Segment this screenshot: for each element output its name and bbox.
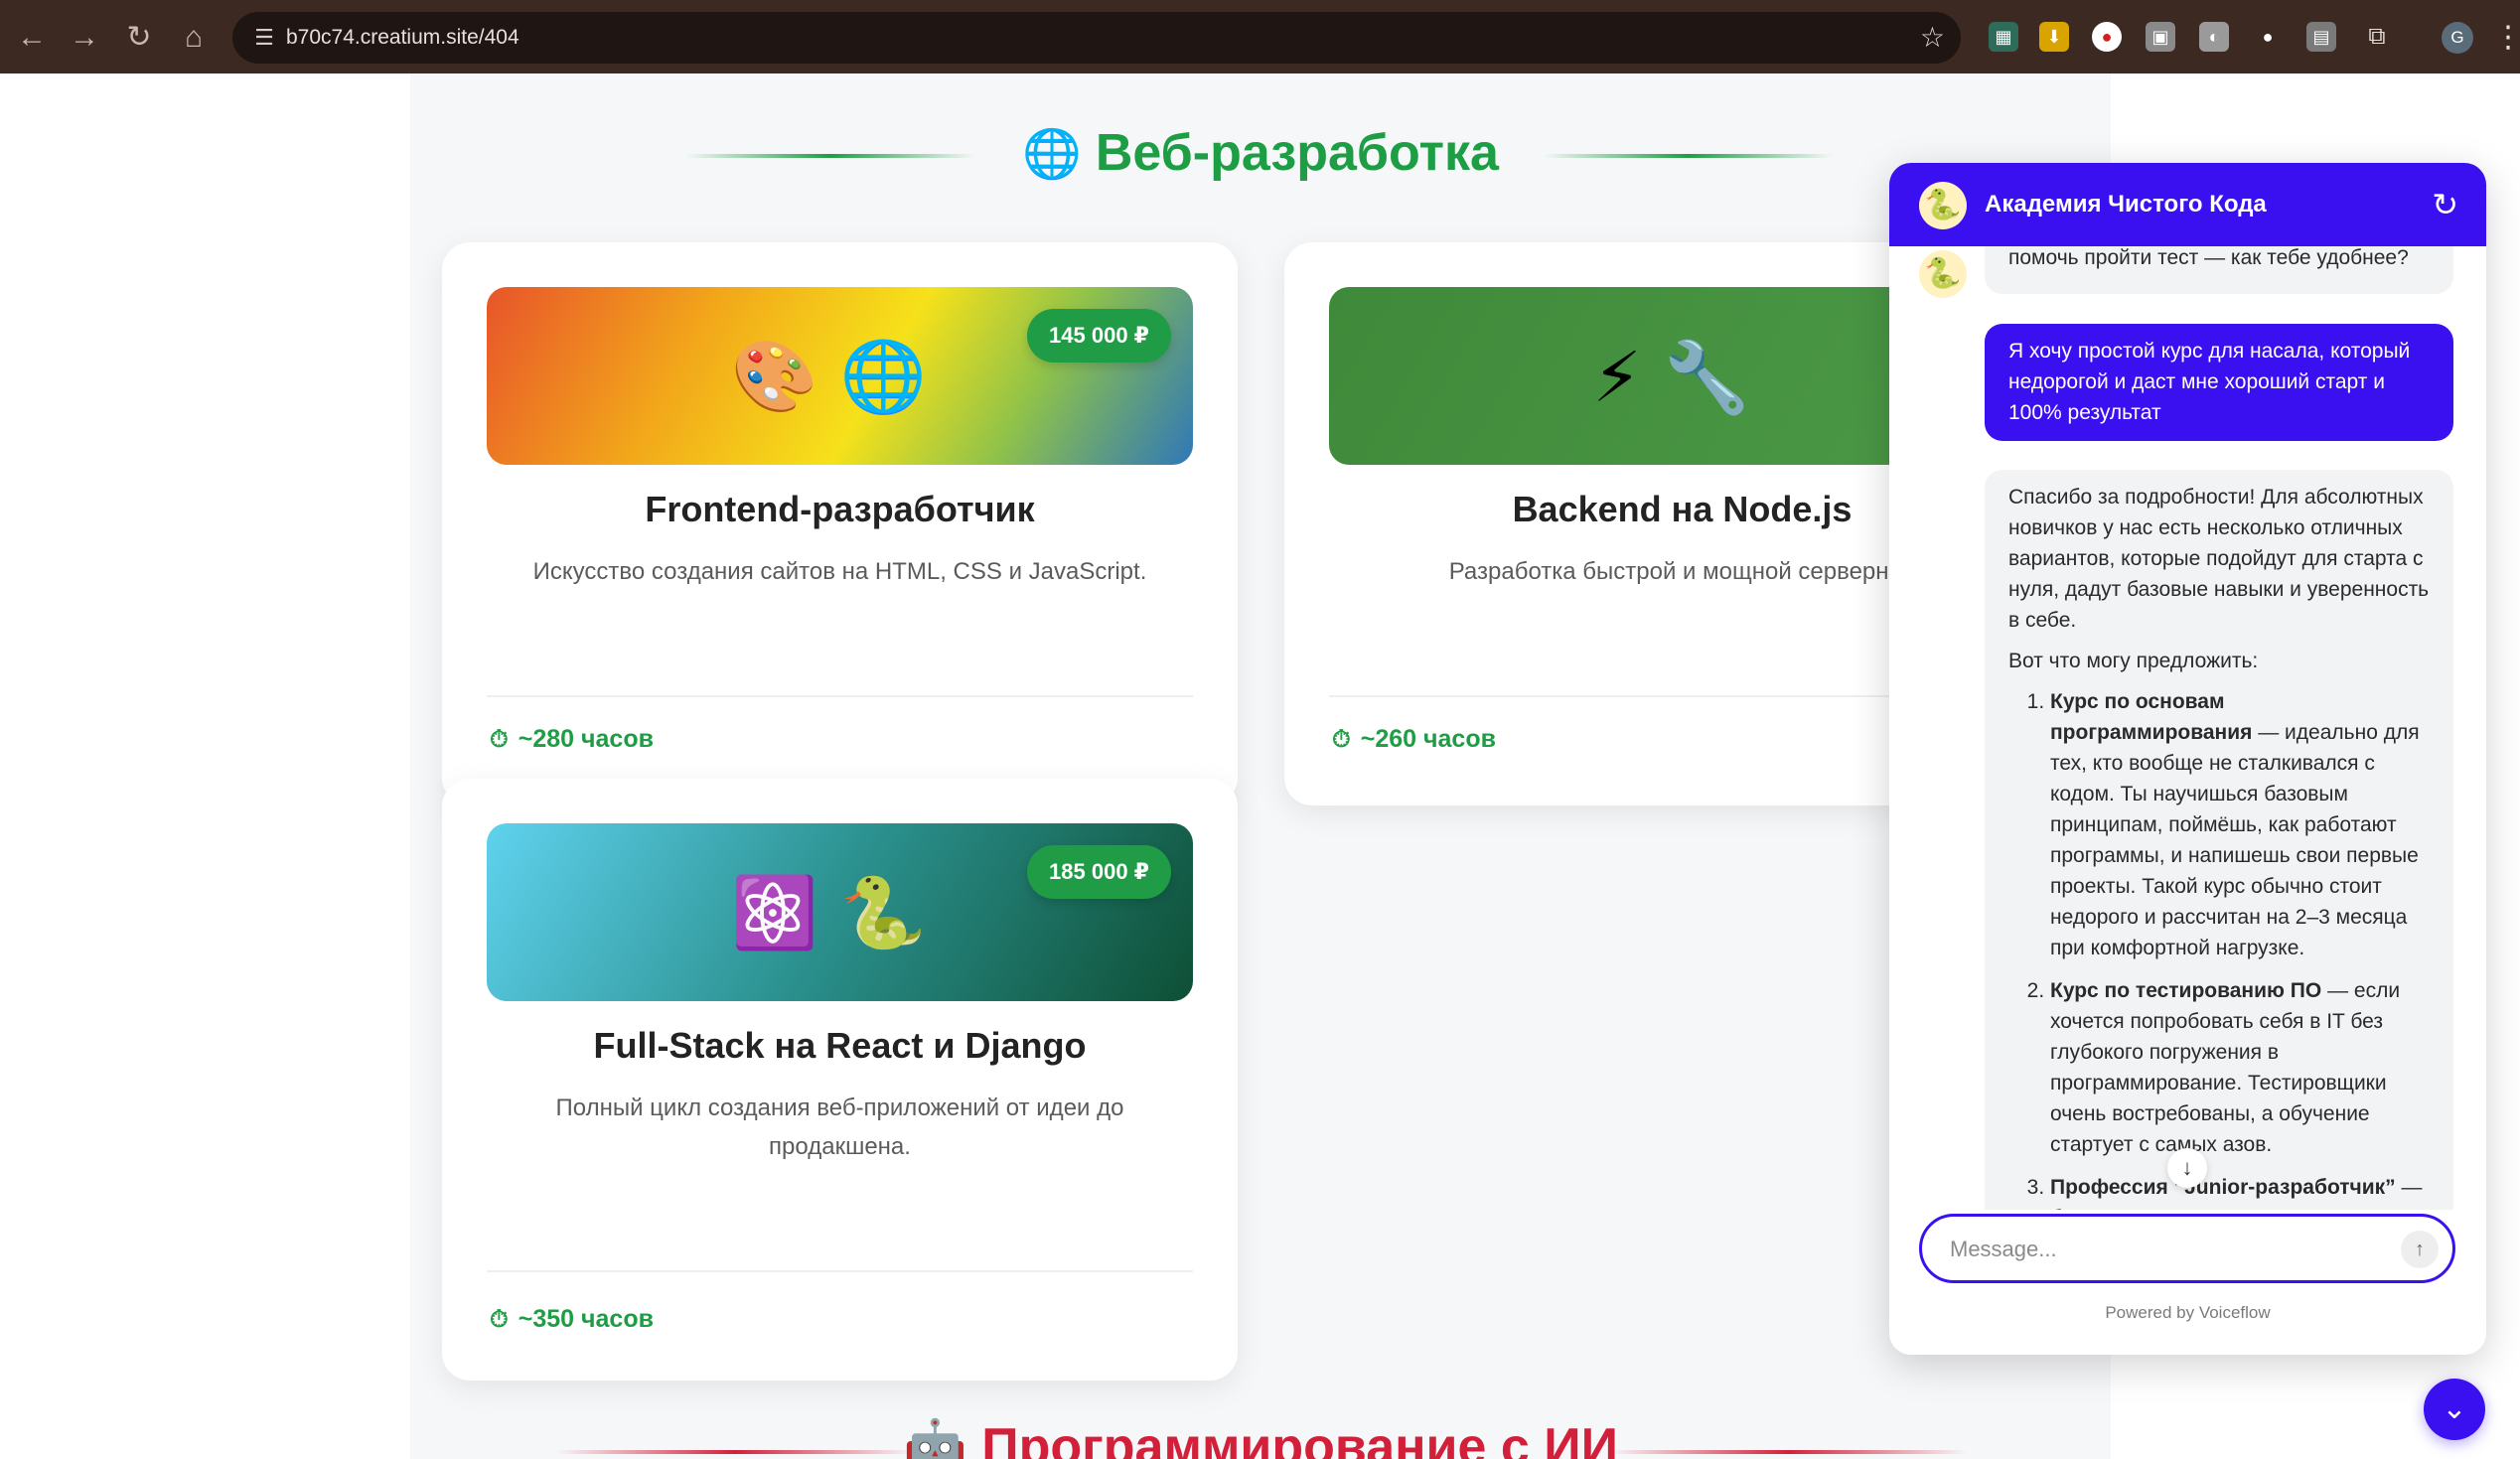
course-duration: ⏱ ~280 часов xyxy=(490,725,654,754)
bot-message-options: Спасибо за подробности! Для абсолютных н… xyxy=(1985,470,2453,1299)
duration-text: ~280 часов xyxy=(518,725,654,753)
message-input-box[interactable]: ↑ xyxy=(1919,1214,2455,1283)
send-icon[interactable]: ↑ xyxy=(2401,1231,2439,1268)
course-title: Full-Stack на React и Django xyxy=(593,1025,1087,1066)
option-text: — если хочется попробовать себя в IT без… xyxy=(2050,979,2401,1156)
extension-camera-icon[interactable]: ▣ xyxy=(2146,22,2175,52)
scroll-down-icon[interactable]: ↓ xyxy=(2167,1148,2207,1188)
bot-avatar: 🐍 xyxy=(1919,250,1967,298)
bot-intro-text: Спасибо за подробности! Для абсолютных н… xyxy=(2008,486,2430,632)
stopwatch-icon: ⏱ xyxy=(490,726,509,753)
course-title: Frontend-разработчик xyxy=(645,489,1035,529)
course-duration: ⏱ ~260 часов xyxy=(1332,725,1496,754)
course-description: Полный цикл создания веб-приложений от и… xyxy=(555,1094,1124,1160)
course-banner: ⚛️🐍 185 000 ₽ xyxy=(487,823,1193,1001)
url-text[interactable]: b70c74.creatium.site/404 xyxy=(286,26,519,50)
robot-icon: 🤖 xyxy=(903,1418,967,1459)
option-text: — идеально для тех, кто вообще не сталки… xyxy=(2050,721,2420,959)
option-item: Курс по основам программирования — идеал… xyxy=(2050,686,2430,963)
stopwatch-icon: ⏱ xyxy=(1332,726,1351,753)
chat-footer: ↑ Powered by Voiceflow xyxy=(1889,1210,2486,1355)
chat-avatar: 🐍 xyxy=(1919,182,1967,229)
bot-lead-text: Вот что могу предложить: xyxy=(2008,650,2259,672)
extension-icon-1[interactable]: ▦ xyxy=(1989,22,2018,52)
section2-title-text: Программирование с ИИ xyxy=(981,1418,1618,1459)
duration-text: ~260 часов xyxy=(1360,725,1496,753)
user-message: Я хочу простой курс для насала, который … xyxy=(1985,324,2453,441)
chat-header: 🐍 Академия Чистого Кода ↻ xyxy=(1889,163,2486,246)
extension-icon-5[interactable]: ◐ xyxy=(2199,22,2229,52)
browser-menu-icon[interactable]: ⋮ xyxy=(2493,18,2520,58)
chat-widget: помочь пройти тест — как тебе удобнее? 🐍… xyxy=(1889,163,2486,1355)
address-bar[interactable]: ☰ b70c74.creatium.site/404 ☆ xyxy=(232,12,1961,64)
extension-icon-7[interactable]: ▤ xyxy=(2306,22,2336,52)
course-duration: ⏱ ~350 часов xyxy=(490,1305,654,1334)
powered-by-text[interactable]: Powered by Voiceflow xyxy=(1889,1303,2486,1323)
duration-text: ~350 часов xyxy=(518,1305,654,1333)
card-divider xyxy=(487,1270,1193,1272)
section2-title: 🤖 Программирование с ИИ xyxy=(410,1416,2111,1459)
course-description: Искусство создания сайтов на HTML, CSS и… xyxy=(532,558,1147,585)
course-banner: 🎨🌐 145 000 ₽ xyxy=(487,287,1193,465)
browser-toolbar: ← → ↻ ⌂ ☰ b70c74.creatium.site/404 ☆ ▦ ⬇… xyxy=(0,0,2520,73)
extension-chat-icon[interactable]: ● xyxy=(2253,22,2283,52)
site-info-icon[interactable]: ☰ xyxy=(246,20,282,56)
back-icon[interactable]: ← xyxy=(12,18,52,58)
extension-download-icon[interactable]: ⬇ xyxy=(2039,22,2069,52)
price-badge: 145 000 ₽ xyxy=(1027,309,1171,363)
chat-messages[interactable]: помочь пройти тест — как тебе удобнее? 🐍… xyxy=(1889,246,2486,1299)
course-card-fullstack[interactable]: ⚛️🐍 185 000 ₽ Full-Stack на React и Djan… xyxy=(442,779,1238,1381)
chat-title: Академия Чистого Кода xyxy=(1985,191,2267,218)
home-icon[interactable]: ⌂ xyxy=(174,18,214,58)
extensions-puzzle-icon[interactable]: ⧉ xyxy=(2362,22,2392,52)
profile-avatar[interactable]: G xyxy=(2442,22,2473,54)
chat-launcher-button[interactable]: ⌄ xyxy=(2424,1379,2485,1440)
bot-message: помочь пройти тест — как тебе удобнее? xyxy=(1985,246,2453,294)
option-title: Курс по основам программирования xyxy=(2050,690,2253,744)
section-title: 🌐 Веб-разработка xyxy=(410,123,2111,183)
option-item: Курс по тестированию ПО — если хочется п… xyxy=(2050,975,2430,1160)
card-divider xyxy=(487,695,1193,697)
message-input[interactable] xyxy=(1950,1233,2387,1266)
options-list: Курс по основам программирования — идеал… xyxy=(2008,686,2430,1234)
stopwatch-icon: ⏱ xyxy=(490,1306,509,1333)
bot-message-text: помочь пройти тест — как тебе удобнее? xyxy=(2008,246,2409,269)
bookmark-star-icon[interactable]: ☆ xyxy=(1920,22,1945,54)
option-title: Профессия “Junior-разработчик” xyxy=(2050,1176,2396,1199)
course-card-frontend[interactable]: 🎨🌐 145 000 ₽ Frontend-разработчик Искусс… xyxy=(442,242,1238,805)
reload-icon[interactable]: ↻ xyxy=(119,18,159,58)
option-title: Курс по тестированию ПО xyxy=(2050,979,2322,1002)
extension-record-icon[interactable]: ● xyxy=(2092,22,2122,52)
section-title-text: Веб-разработка xyxy=(1095,124,1499,182)
forward-icon[interactable]: → xyxy=(65,18,104,58)
price-badge: 185 000 ₽ xyxy=(1027,845,1171,899)
globe-icon: 🌐 xyxy=(1022,128,1082,181)
restart-chat-icon[interactable]: ↻ xyxy=(2432,185,2458,224)
